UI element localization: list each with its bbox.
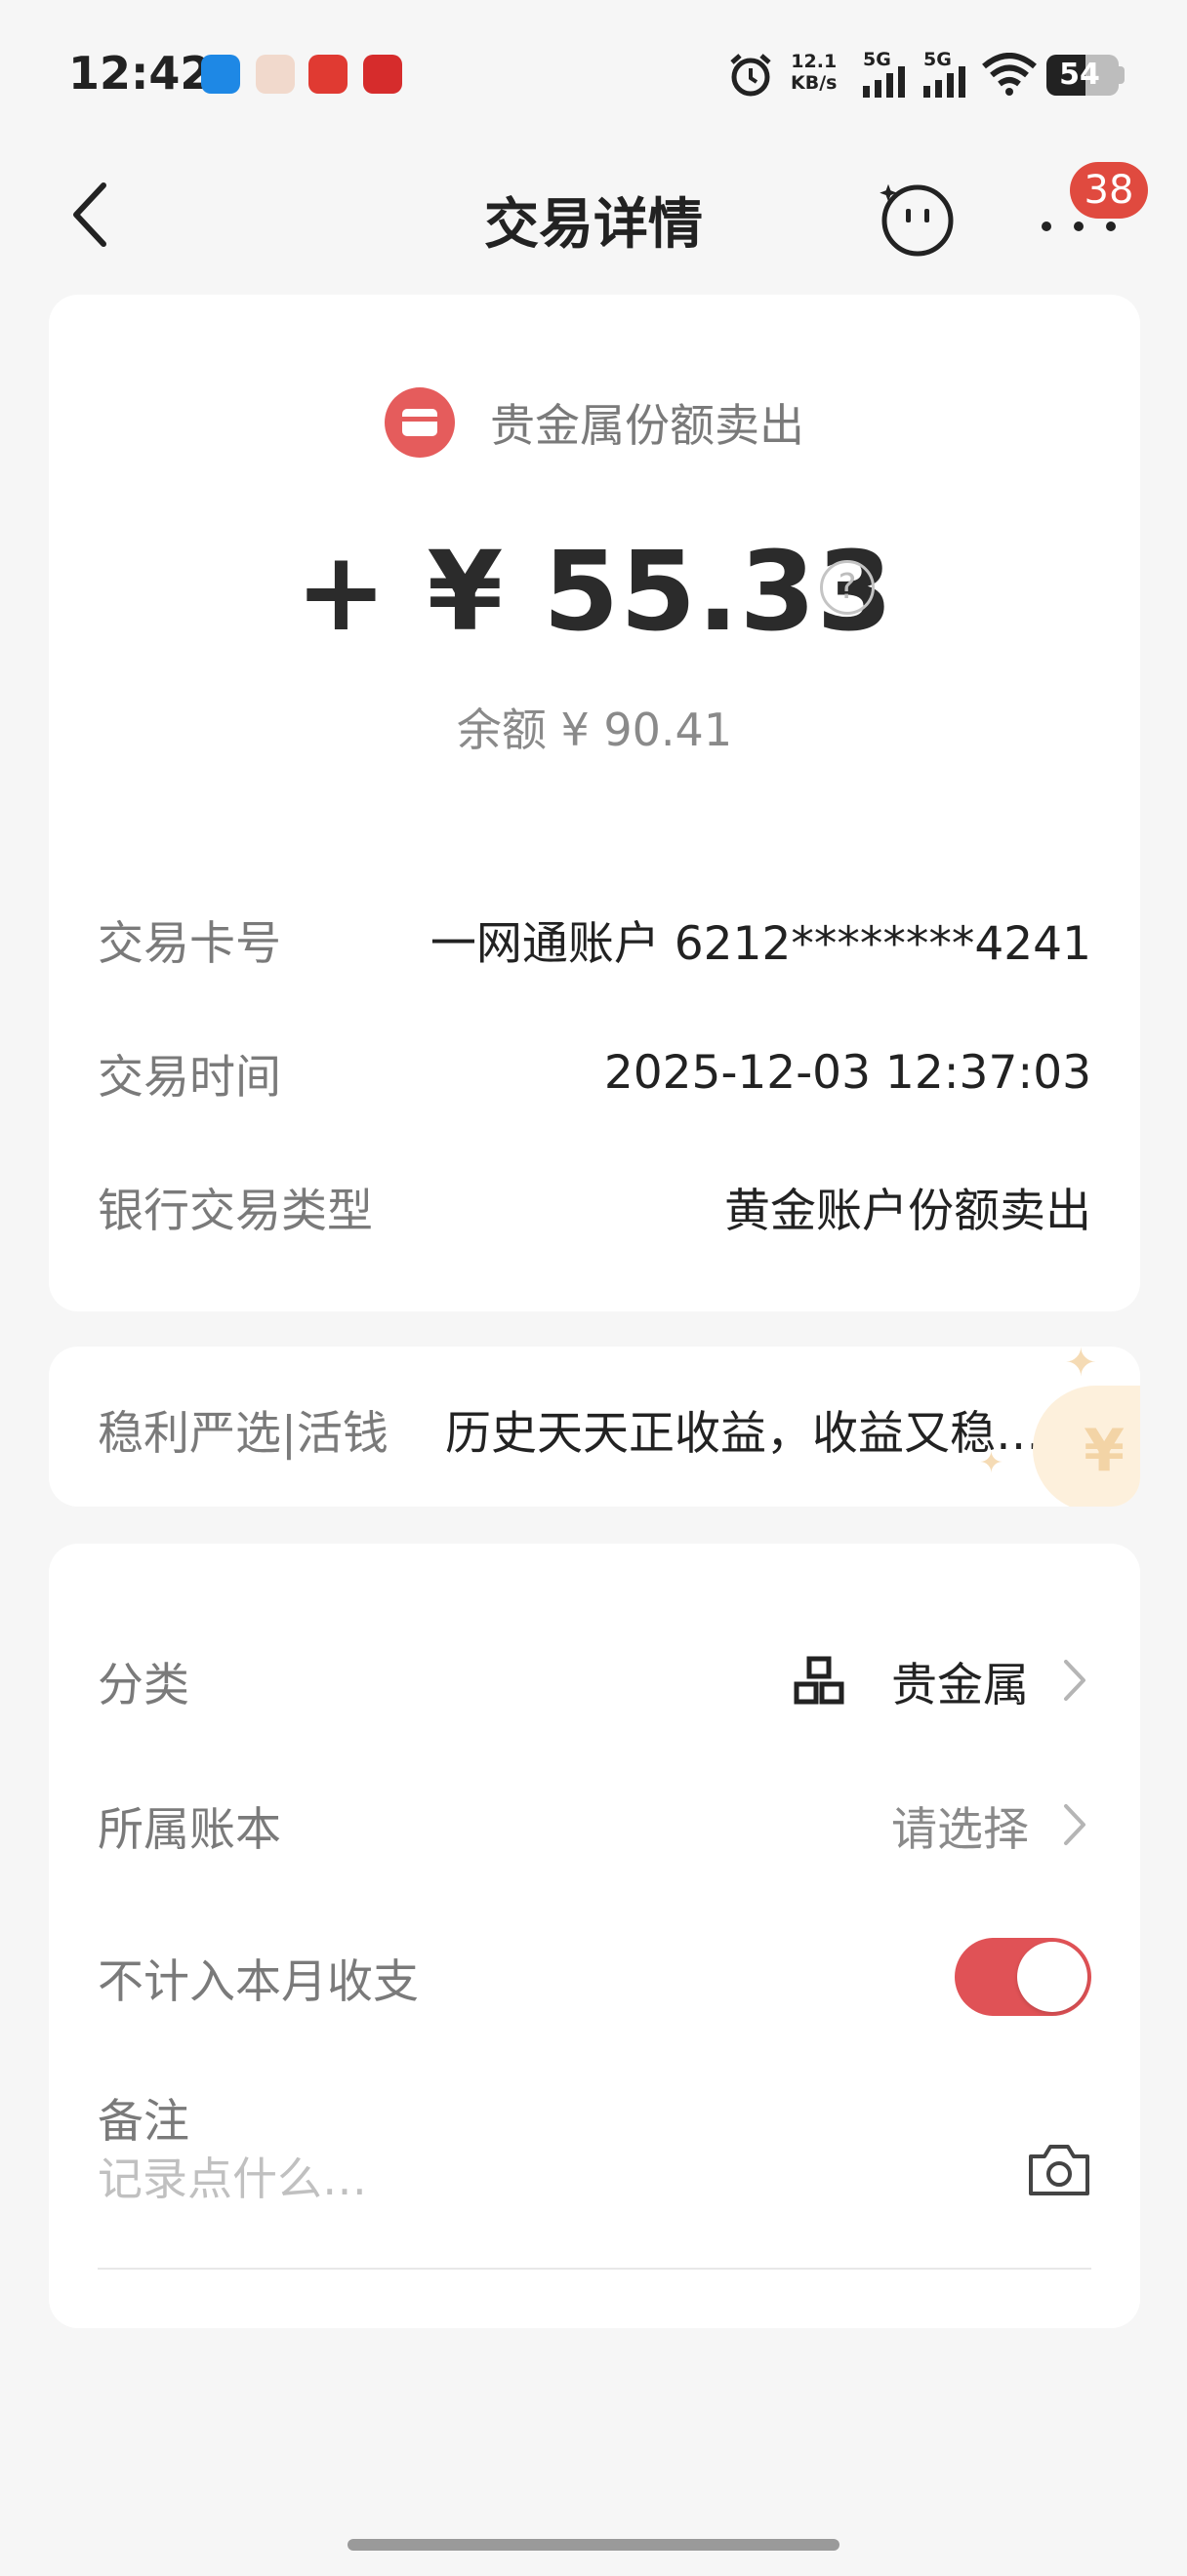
ledger-row[interactable]: 所属账本 请选择 xyxy=(98,1791,1091,1859)
network-speed: 12.1 KB/s xyxy=(791,51,838,94)
promo-banner[interactable]: 稳利严选|活钱 历史天天正收益，收益又稳… ¥ ✦ ✦ xyxy=(49,1347,1140,1507)
status-time: 12:42 xyxy=(68,47,212,100)
app-icon-1 xyxy=(201,55,240,94)
battery-tip xyxy=(1119,66,1125,84)
exclude-toggle[interactable] xyxy=(955,1938,1091,2016)
camera-icon[interactable] xyxy=(1025,2141,1093,2199)
settings-card: 分类 贵金属 所属账本 请选择 不计入本月收支 备注 记录点什么… xyxy=(49,1544,1140,2328)
detail-label: 交易时间 xyxy=(98,1050,281,1105)
coin-yen-glyph: ¥ xyxy=(1084,1417,1125,1485)
notification-badge: 38 xyxy=(1070,162,1148,219)
note-label-row: 备注 xyxy=(98,2082,1091,2151)
sparkle-icon: ✦ xyxy=(978,1446,1003,1480)
exclude-label: 不计入本月收支 xyxy=(98,1954,419,2009)
promo-label: 稳利严选|活钱 xyxy=(98,1407,389,1461)
category-value: 贵金属 xyxy=(891,1658,1029,1712)
app-icon-3 xyxy=(308,55,348,94)
category-label: 分类 xyxy=(98,1658,189,1712)
exclude-row: 不计入本月收支 xyxy=(98,1937,1091,2017)
assistant-face-button[interactable] xyxy=(877,178,959,260)
chevron-right-icon xyxy=(1064,1660,1085,1701)
status-bar: 12:42 12.1 KB/s 5G 5G 54 xyxy=(0,0,1187,146)
promo-text: 历史天天正收益，收益又稳… xyxy=(445,1407,1042,1461)
home-indicator[interactable] xyxy=(348,2539,839,2551)
detail-row-bank-type: 银行交易类型 黄金账户份额卖出 xyxy=(98,1177,1091,1238)
battery-level: 54 xyxy=(1059,58,1100,92)
transaction-card: 贵金属份额卖出 + ¥ 55.33 ? 余额 ¥ 90.41 交易卡号 一网通账… xyxy=(49,295,1140,1311)
alarm-icon xyxy=(730,54,771,97)
detail-value: 2025-12-03 12:37:03 xyxy=(603,1045,1091,1100)
detail-label: 银行交易类型 xyxy=(98,1184,373,1238)
card-icon xyxy=(385,387,455,458)
detail-row-card-number: 交易卡号 一网通账户 6212********4241 xyxy=(98,909,1091,971)
note-divider xyxy=(98,2268,1091,2270)
toggle-knob xyxy=(1017,1942,1087,2012)
transaction-type-label: 贵金属份额卖出 xyxy=(490,399,804,452)
app-icon-2 xyxy=(256,55,295,94)
detail-row-time: 交易时间 2025-12-03 12:37:03 xyxy=(98,1043,1091,1105)
signal-icon-1 xyxy=(863,66,905,98)
page-title: 交易详情 xyxy=(484,193,703,257)
wifi-icon xyxy=(982,53,1037,96)
sparkle-icon: ✦ xyxy=(1064,1347,1097,1386)
battery-indicator: 54 xyxy=(1046,55,1119,96)
category-row[interactable]: 分类 贵金属 xyxy=(98,1646,1091,1714)
signal-icon-2 xyxy=(923,66,965,98)
transaction-type: 贵金属份额卖出 xyxy=(49,387,1140,458)
note-label: 备注 xyxy=(98,2094,189,2149)
ledger-label: 所属账本 xyxy=(98,1802,281,1857)
detail-label: 交易卡号 xyxy=(98,916,281,971)
note-input[interactable]: 记录点什么… xyxy=(98,2144,367,2208)
transaction-amount: + ¥ 55.33 xyxy=(295,529,894,656)
help-icon[interactable]: ? xyxy=(820,560,875,615)
detail-value: 一网通账户 6212********4241 xyxy=(430,916,1091,971)
app-icon-4 xyxy=(363,55,402,94)
ledger-placeholder: 请选择 xyxy=(891,1802,1029,1857)
category-icon xyxy=(794,1656,844,1705)
detail-value: 黄金账户份额卖出 xyxy=(724,1184,1091,1238)
balance-text: 余额 ¥ 90.41 xyxy=(456,704,733,756)
chevron-right-icon xyxy=(1064,1804,1085,1845)
